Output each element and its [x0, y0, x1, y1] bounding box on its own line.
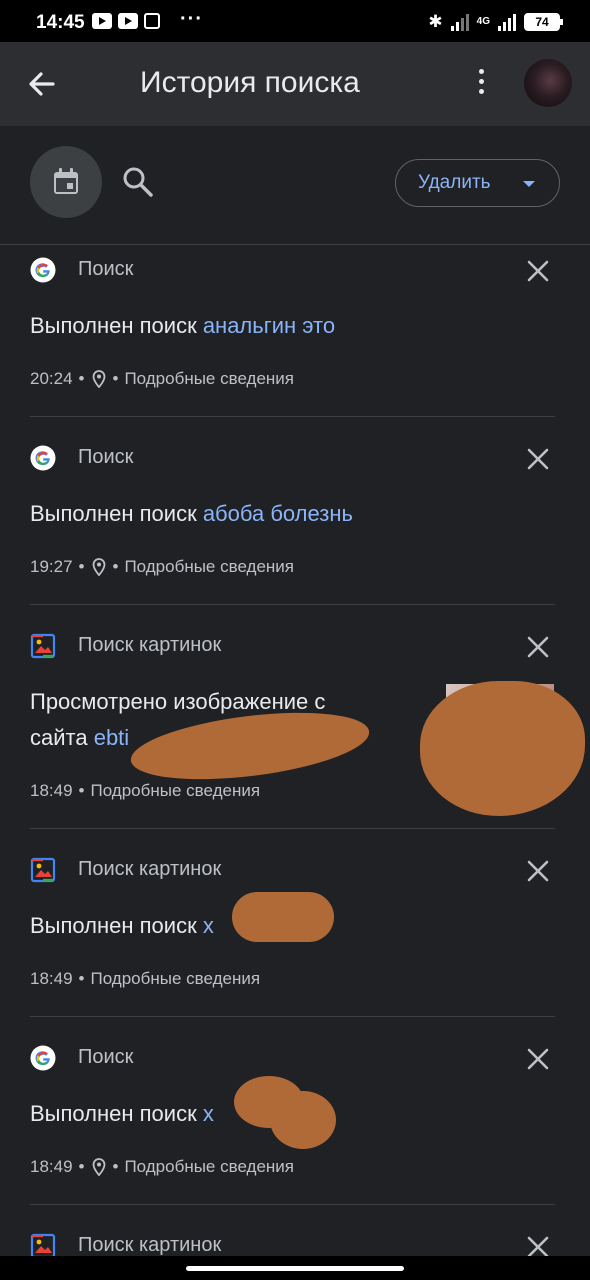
history-entry[interactable]: Поиск Выполнен поиск х 18:49 • • Подробные…	[0, 1033, 590, 1205]
history-entry[interactable]: Поиск Выполнен поиск абоба болезнь 19:27…	[0, 433, 590, 605]
youtube-icon	[118, 13, 138, 29]
close-icon[interactable]	[524, 1233, 552, 1256]
bluetooth-icon: ✱	[428, 12, 443, 31]
search-query-link[interactable]: х	[203, 1101, 214, 1126]
app-bar: История поиска	[0, 42, 590, 126]
close-icon[interactable]	[524, 857, 552, 885]
headline-prefix: Выполнен поиск	[30, 501, 203, 526]
navigation-bar	[0, 1256, 590, 1280]
details-link[interactable]: Подробные сведения	[91, 781, 261, 801]
history-entry[interactable]: Поиск картинок Просмотрено изображение с…	[0, 621, 590, 829]
search-query-link[interactable]: анальгин это	[203, 313, 335, 338]
history-entry[interactable]: Поиск картинок	[0, 1221, 590, 1256]
divider	[30, 1204, 555, 1205]
image-search-icon	[30, 1233, 56, 1256]
close-icon[interactable]	[524, 257, 552, 285]
entry-meta: 18:49 • Подробные сведения	[30, 969, 261, 989]
entry-time: 18:49	[30, 1157, 73, 1176]
entry-headline[interactable]: Выполнен поиск анальгин это	[30, 308, 335, 344]
home-gesture-handle[interactable]	[186, 1266, 404, 1271]
status-time: 14:45	[36, 12, 85, 33]
headline-prefix: сайта	[30, 725, 94, 750]
product-name: Поиск картинок	[78, 634, 222, 656]
search-query-link[interactable]: абоба болезнь	[203, 501, 353, 526]
system-icons: ✱ 4G 74	[428, 12, 563, 32]
more-options-icon[interactable]	[470, 66, 492, 102]
redaction-mark	[270, 1091, 336, 1149]
entry-meta: 20:24 • • Подробные сведения	[30, 369, 294, 389]
product-name: Поиск	[78, 258, 134, 280]
calendar-filter-button[interactable]	[30, 146, 102, 218]
close-icon[interactable]	[524, 633, 552, 661]
battery-icon: 74	[524, 13, 563, 31]
more-notifications-icon: ···	[180, 8, 203, 30]
headline-prefix: Выполнен поиск	[30, 913, 203, 938]
entry-meta: 18:49 • Подробные сведения	[30, 781, 261, 801]
signal-icon	[450, 13, 469, 31]
page-title: История поиска	[140, 66, 360, 99]
google-g-icon	[30, 445, 56, 471]
headline-prefix: Выполнен поиск	[30, 313, 203, 338]
product-name: Поиск	[78, 446, 134, 468]
calendar-icon	[54, 168, 78, 194]
search-query-link[interactable]: х	[203, 913, 214, 938]
details-link[interactable]: Подробные сведения	[124, 1157, 294, 1177]
product-name: Поиск картинок	[78, 858, 222, 880]
notification-icons	[92, 13, 160, 29]
history-entry[interactable]: Поиск картинок Выполнен поиск х 18:49 • По…	[0, 845, 590, 1017]
entry-time: 18:49	[30, 781, 73, 800]
divider	[30, 416, 555, 417]
close-icon[interactable]	[524, 1045, 552, 1073]
avatar[interactable]	[524, 59, 572, 107]
image-search-icon	[30, 857, 56, 883]
search-icon[interactable]	[120, 164, 156, 200]
delete-label: Удалить	[418, 172, 491, 193]
image-search-icon	[30, 633, 56, 659]
google-g-icon	[30, 257, 56, 283]
network-4g-icon: 4G	[476, 16, 490, 27]
youtube-icon	[92, 13, 112, 29]
entry-headline[interactable]: Выполнен поиск х	[30, 908, 214, 944]
location-pin-icon[interactable]	[91, 1158, 107, 1176]
entry-time: 19:27	[30, 557, 73, 576]
redaction-mark	[420, 681, 585, 816]
details-link[interactable]: Подробные сведения	[124, 369, 294, 389]
status-bar: 14:45 ··· ✱ 4G 74	[0, 0, 590, 42]
entry-time: 20:24	[30, 369, 73, 388]
details-link[interactable]: Подробные сведения	[91, 969, 261, 989]
location-pin-icon[interactable]	[91, 370, 107, 388]
signal-icon	[498, 13, 516, 31]
entry-time: 18:49	[30, 969, 73, 988]
redaction-mark	[232, 892, 334, 942]
divider	[30, 604, 555, 605]
history-entry[interactable]: Поиск Выполнен поиск анальгин это 20:24 •…	[0, 245, 590, 417]
calendar-notification-icon	[144, 13, 160, 29]
delete-dropdown-button[interactable]: Удалить	[395, 159, 560, 207]
entry-headline[interactable]: Выполнен поиск абоба болезнь	[30, 496, 353, 532]
headline-prefix: Выполнен поиск	[30, 1101, 203, 1126]
entry-meta: 18:49 • • Подробные сведения	[30, 1157, 294, 1177]
product-name: Поиск	[78, 1046, 134, 1068]
google-g-icon	[30, 1045, 56, 1071]
divider	[30, 828, 555, 829]
close-icon[interactable]	[524, 445, 552, 473]
location-pin-icon[interactable]	[91, 558, 107, 576]
history-toolbar: Удалить	[0, 126, 590, 245]
site-link[interactable]: ebti	[94, 725, 129, 750]
back-arrow-icon[interactable]	[22, 64, 62, 104]
details-link[interactable]: Подробные сведения	[124, 557, 294, 577]
product-name: Поиск картинок	[78, 1234, 222, 1256]
entry-headline[interactable]: Выполнен поиск х	[30, 1096, 214, 1132]
chevron-down-icon	[523, 181, 535, 187]
entry-meta: 19:27 • • Подробные сведения	[30, 557, 294, 577]
divider	[30, 1016, 555, 1017]
